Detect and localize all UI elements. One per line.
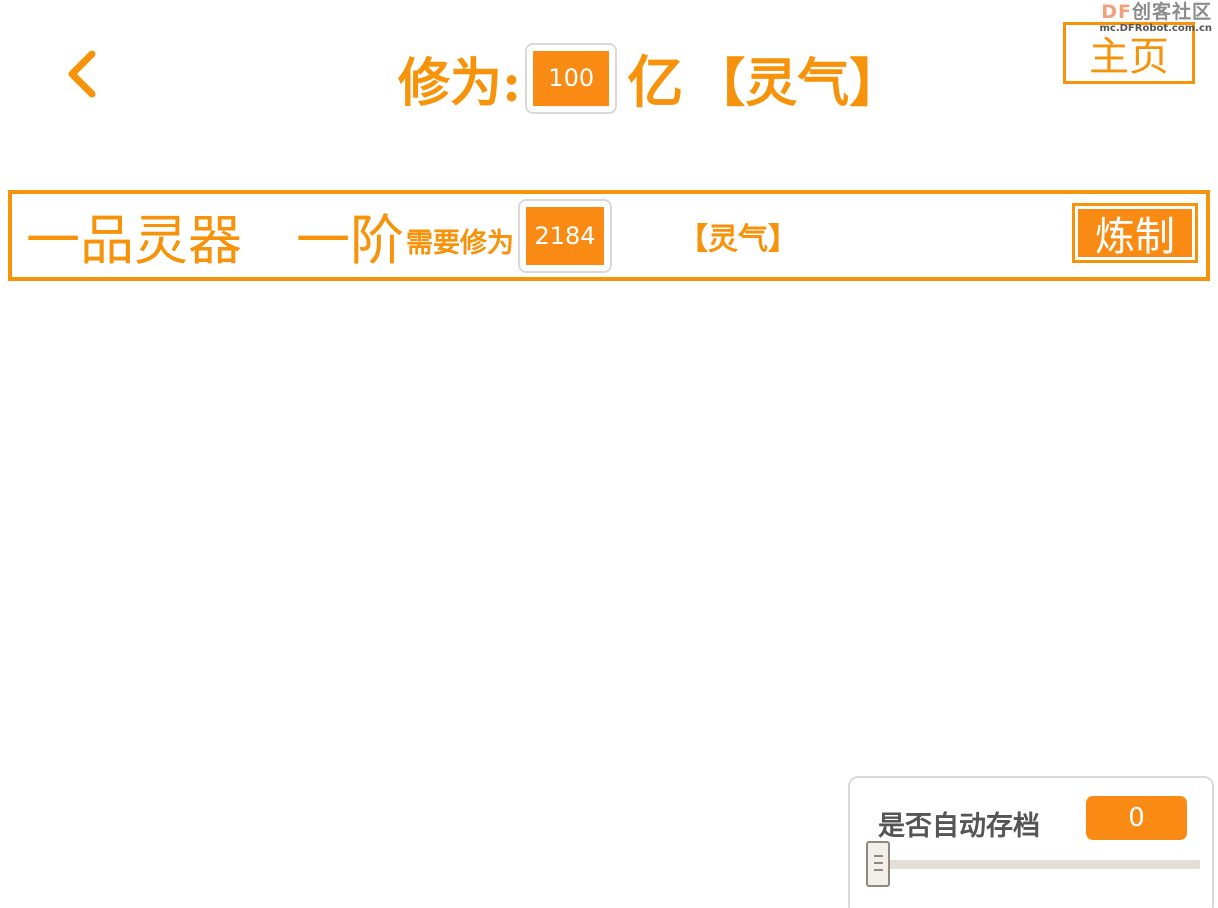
item-row: 一品灵器 一阶 需要修为 2184 【灵气】 炼制 (8, 190, 1210, 281)
back-button[interactable] (62, 48, 106, 100)
autosave-panel: 是否自动存档 0 (848, 776, 1214, 908)
grip-line (874, 869, 883, 871)
cultivation-label: 修为: (398, 52, 522, 114)
chevron-left-icon (68, 50, 96, 98)
item-tier: 一阶 (296, 209, 404, 272)
cultivation-value-box: 100 (525, 42, 618, 114)
requirement-value-box: 2184 (518, 198, 612, 273)
item-name: 一品灵器 (26, 209, 242, 272)
autosave-value: 0 (1086, 796, 1187, 840)
cultivation-suffix: 【灵气】 (693, 52, 902, 114)
grip-line (874, 862, 883, 864)
autosave-slider-track[interactable] (872, 860, 1200, 869)
app-screen: DF创客社区 mc.DFRobot.com.cn 修为: 100 亿 【灵气】 … (0, 0, 1218, 908)
autosave-label: 是否自动存档 (878, 811, 1040, 842)
requirement-unit: 【灵气】 (678, 221, 798, 257)
autosave-slider-thumb[interactable] (866, 841, 890, 887)
cultivation-unit: 亿 (627, 49, 684, 116)
watermark-brand-prefix: DF (1101, 1, 1132, 23)
grip-line (874, 855, 883, 857)
watermark-url: mc.DFRobot.com.cn (1099, 23, 1212, 34)
cultivation-value: 100 (533, 50, 610, 106)
refine-button-label: 炼制 (1078, 209, 1192, 260)
requirement-label: 需要修为 (406, 228, 514, 259)
requirement-value: 2184 (526, 206, 604, 265)
watermark: DF创客社区 mc.DFRobot.com.cn (1099, 3, 1212, 34)
watermark-brand-suffix: 创客社区 (1131, 1, 1212, 23)
cultivation-header: 修为: 100 亿 【灵气】 (398, 38, 901, 118)
watermark-brand: DF创客社区 (1099, 3, 1212, 22)
refine-button[interactable]: 炼制 (1072, 203, 1198, 263)
